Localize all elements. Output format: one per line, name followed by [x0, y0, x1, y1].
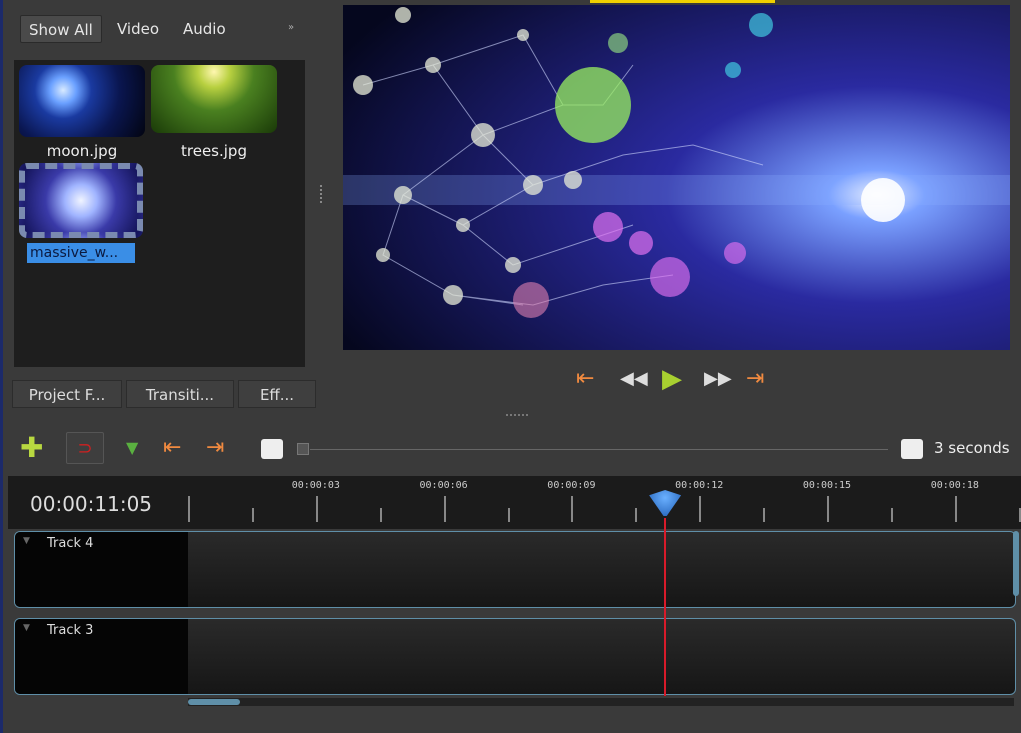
playhead-line — [664, 518, 667, 696]
ruler-tick — [699, 496, 702, 522]
track-header: ▼ Track 4 — [15, 532, 188, 607]
file-thumbnail-moon[interactable] — [19, 65, 145, 137]
ruler-tick — [1018, 508, 1021, 522]
ruler-tick — [443, 496, 446, 522]
current-time: 00:00:11:05 — [30, 492, 153, 516]
ruler-tick — [954, 496, 957, 522]
file-thumbnail-trees[interactable] — [151, 65, 277, 133]
ruler-tick-label: 00:00:06 — [419, 480, 468, 491]
zoom-slider-track[interactable] — [310, 449, 888, 450]
ruler-tick-label: 00:00:12 — [675, 480, 724, 491]
fast-forward-button[interactable]: ▶▶ — [704, 366, 732, 392]
video-preview — [343, 5, 1010, 350]
horizontal-scrollbar-thumb[interactable] — [188, 699, 240, 705]
vertical-scrollbar[interactable] — [1013, 531, 1019, 596]
ruler-tick — [763, 508, 766, 522]
tab-project-files[interactable]: Project F... — [12, 380, 122, 408]
ruler-tick — [379, 508, 382, 522]
rewind-button[interactable]: ◀◀ — [620, 366, 648, 392]
jump-start-button[interactable]: ⇤ — [576, 366, 594, 392]
file-name: trees.jpg — [181, 142, 247, 160]
ruler-tick-label: 00:00:03 — [291, 480, 340, 491]
fast-forward-icon: ▶▶ — [704, 368, 732, 389]
filter-audio[interactable]: Audio — [175, 15, 234, 43]
tab-effects[interactable]: Eff... — [238, 380, 316, 408]
jump-start-icon: ⇤ — [576, 366, 595, 391]
ruler-tick-label: 00:00:09 — [547, 480, 596, 491]
jump-start-icon: ⇤ — [163, 435, 182, 460]
splitter-handle[interactable] — [320, 185, 322, 203]
previous-marker-button[interactable]: ⇤ — [163, 432, 181, 464]
zoom-slider-handle[interactable] — [297, 443, 309, 455]
window-edge — [0, 0, 3, 733]
magnet-icon: ⊃ — [77, 438, 93, 459]
ruler-tick — [188, 496, 190, 522]
play-icon: ▶ — [662, 364, 682, 394]
plus-icon: ✚ — [20, 431, 44, 464]
marker-icon: ▼ — [126, 438, 139, 457]
add-track-button[interactable]: ✚ — [20, 432, 43, 464]
jump-end-button[interactable]: ⇥ — [746, 366, 764, 392]
track-name: Track 3 — [47, 623, 94, 638]
collapse-triangle-icon[interactable]: ▼ — [23, 623, 30, 633]
ruler-tick — [827, 496, 829, 522]
tab-transitions[interactable]: Transiti... — [126, 380, 234, 408]
overflow-chevron-icon[interactable]: » — [288, 22, 294, 33]
jump-end-icon: ⇥ — [206, 435, 225, 460]
ruler-tick-label: 00:00:15 — [802, 480, 852, 491]
ruler-tick-label: 00:00:18 — [930, 480, 979, 491]
splitter-handle[interactable] — [506, 414, 528, 416]
file-thumbnail-massive[interactable] — [19, 163, 143, 238]
project-files-list[interactable]: moon.jpg trees.jpg massive_w... — [14, 60, 305, 367]
top-highlight-bar — [590, 0, 775, 3]
snapping-toggle[interactable]: ⊃ — [66, 432, 104, 464]
ruler-tick — [635, 508, 638, 522]
play-button[interactable]: ▶ — [662, 366, 682, 392]
timeline-ruler[interactable]: 00:00:11:05 00:00:03 00:00:06 00:00:09 00:0… — [8, 476, 1021, 529]
rewind-icon: ◀◀ — [620, 368, 648, 389]
ruler-tick — [571, 496, 574, 522]
jump-end-icon: ⇥ — [746, 366, 765, 391]
file-name-selected[interactable]: massive_w... — [27, 243, 135, 263]
ruler-tick — [507, 508, 510, 522]
horizontal-scrollbar[interactable] — [188, 698, 1014, 706]
track-3[interactable]: ▼ Track 3 — [14, 618, 1016, 695]
track-4[interactable]: ▼ Track 4 — [14, 531, 1016, 608]
ruler-tick — [315, 496, 318, 522]
filter-show-all[interactable]: Show All — [20, 15, 102, 43]
collapse-triangle-icon[interactable]: ▼ — [23, 536, 30, 546]
add-marker-button[interactable]: ▼ — [126, 432, 138, 464]
zoom-out-icon[interactable] — [261, 439, 283, 459]
ruler-tick — [251, 508, 254, 522]
filter-video[interactable]: Video — [109, 15, 167, 43]
zoom-in-icon[interactable] — [901, 439, 923, 459]
track-name: Track 4 — [47, 536, 94, 551]
preview-frame — [343, 5, 1010, 350]
file-name: moon.jpg — [46, 142, 118, 160]
ruler-tick — [890, 508, 893, 522]
zoom-level-label: 3 seconds — [934, 439, 1010, 457]
track-header: ▼ Track 3 — [15, 619, 188, 694]
next-marker-button[interactable]: ⇥ — [206, 432, 224, 464]
